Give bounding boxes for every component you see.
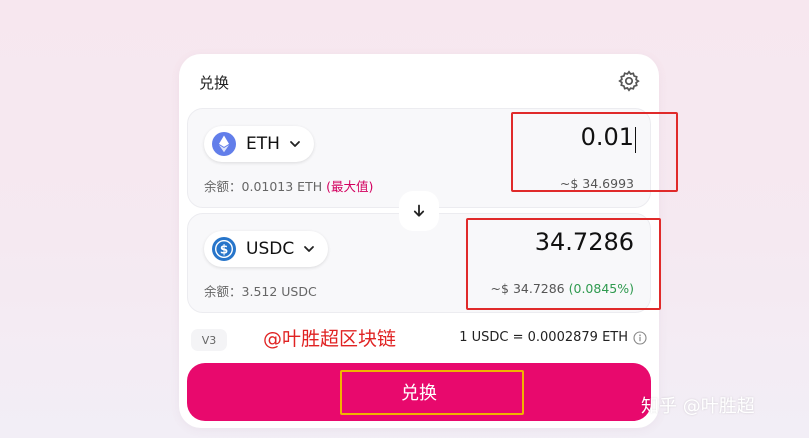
eth-logo-icon bbox=[212, 132, 236, 156]
from-balance: 余额：0.01013 ETH (最大值) bbox=[204, 176, 373, 195]
chevron-down-icon bbox=[304, 246, 315, 252]
exchange-rate[interactable]: 1 USDC = 0.0002879 ETH bbox=[459, 330, 647, 345]
exchange-rate-text: 1 USDC = 0.0002879 ETH bbox=[459, 330, 628, 345]
author-watermark: @叶胜超区块链 bbox=[263, 328, 397, 350]
from-balance-value: 0.01013 ETH bbox=[241, 179, 323, 194]
from-token-selector[interactable]: ETH bbox=[204, 126, 314, 162]
route-version-badge: V3 bbox=[191, 329, 227, 351]
from-panel: ETH 余额：0.01013 ETH (最大值) ~$ 34.6993 bbox=[187, 108, 651, 208]
to-usd-value: ~$ 34.7286 (0.0845%) bbox=[491, 281, 634, 296]
to-balance: 余额：3.512 USDC bbox=[204, 281, 317, 300]
from-amount-input[interactable] bbox=[484, 123, 634, 151]
price-impact: (0.0845%) bbox=[568, 281, 634, 296]
to-balance-label: 余额： bbox=[204, 284, 242, 299]
chevron-down-icon bbox=[290, 141, 300, 147]
from-usd-value: ~$ 34.6993 bbox=[559, 176, 634, 191]
to-usd-amount: ~$ 34.7286 bbox=[490, 281, 565, 296]
to-token-selector[interactable]: $ USDC bbox=[204, 231, 329, 267]
to-panel: $ USDC 余额：3.512 USDC ~$ 34.7286 (0.0845%… bbox=[187, 213, 651, 313]
zhihu-watermark: 知乎 @叶胜超 bbox=[641, 396, 755, 417]
switch-direction-button[interactable] bbox=[403, 195, 435, 227]
swap-button[interactable]: 兑换 bbox=[187, 363, 651, 421]
swap-card: 兑换 ETH 余额：0.01013 ETH (最大值) ~$ 34.6993 bbox=[179, 54, 659, 428]
arrow-down-icon bbox=[413, 204, 425, 217]
info-icon[interactable] bbox=[633, 330, 647, 345]
card-title: 兑换 bbox=[199, 74, 230, 92]
text-caret bbox=[635, 127, 636, 153]
gear-icon[interactable] bbox=[617, 69, 641, 93]
svg-text:$: $ bbox=[220, 242, 228, 256]
from-balance-label: 余额： bbox=[204, 179, 242, 194]
usdc-logo-icon: $ bbox=[212, 237, 236, 261]
max-button[interactable]: (最大值) bbox=[326, 179, 373, 194]
to-amount-input[interactable] bbox=[414, 228, 634, 256]
to-token-symbol: USDC bbox=[246, 239, 295, 259]
from-token-symbol: ETH bbox=[246, 134, 280, 154]
to-balance-value: 3.512 USDC bbox=[241, 284, 317, 299]
